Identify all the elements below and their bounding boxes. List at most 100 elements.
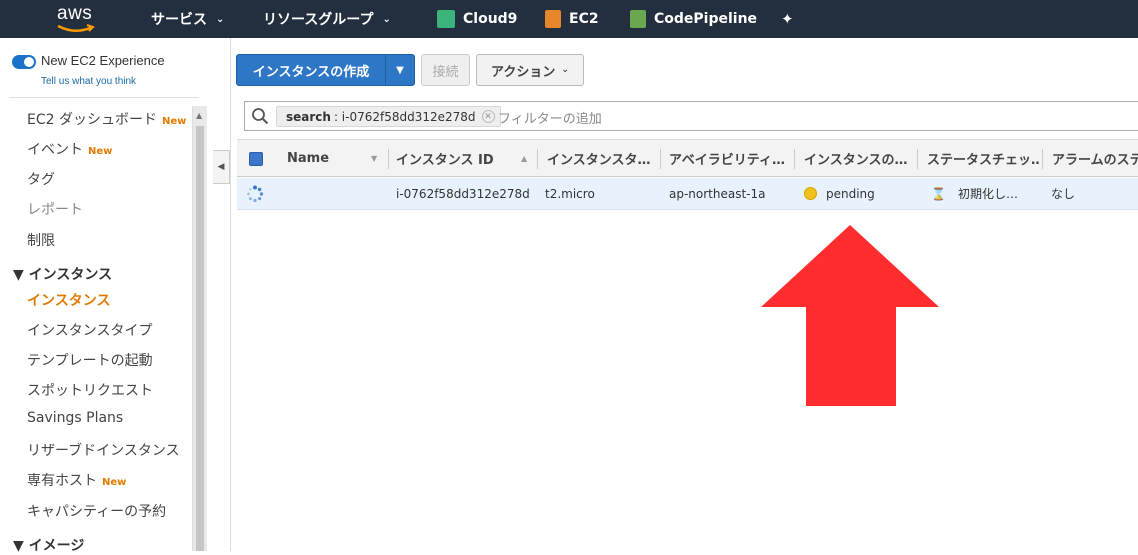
actions-button[interactable]: アクション ⌄ (476, 54, 584, 86)
column-label: Name (287, 151, 330, 166)
sidebar-section-instances[interactable]: ▼ インスタンス (13, 264, 112, 284)
sidebar-item-instance-types[interactable]: インスタンスタイプ (27, 320, 152, 340)
aws-smile-icon (57, 24, 95, 32)
sidebar-item-instances[interactable]: インスタンス (27, 290, 110, 310)
column-divider (917, 149, 918, 169)
new-badge: New (161, 116, 187, 127)
sidebar-item-dedicated-hosts[interactable]: 専有ホスト New (27, 470, 126, 490)
sidebar-item-savings-plans[interactable]: Savings Plans (27, 410, 123, 426)
column-header-instance-state[interactable]: インスタンスの… (804, 140, 914, 177)
column-header-availability-zone[interactable]: アベイラビリティ… (669, 140, 789, 177)
column-divider (1042, 149, 1043, 169)
connect-button[interactable]: 接続 (421, 54, 470, 86)
cell-instance-type: t2.micro (545, 186, 595, 201)
select-all-checkbox[interactable] (249, 152, 263, 166)
cell-status-check: ⌛ 初期化し… (931, 178, 1018, 209)
column-header-instance-id[interactable]: インスタンス ID ▲ (396, 140, 536, 177)
sidebar-item-spot-requests[interactable]: スポットリクエスト (27, 380, 153, 400)
status-check-label: 初期化し… (957, 187, 1018, 201)
services-menu[interactable]: サービス ⌄ (151, 0, 224, 38)
collapse-sidebar-button[interactable]: ◀ (213, 150, 230, 184)
chevron-down-icon: ⌄ (561, 65, 569, 75)
column-header-alarm-status[interactable]: アラームのステ (1052, 140, 1138, 177)
sidebar-item-capacity-reservations[interactable]: キャパシティーの予約 (27, 501, 166, 521)
favorite-ec2[interactable]: EC2 (545, 0, 599, 38)
new-experience-toggle[interactable] (12, 55, 36, 69)
sidebar-item-events[interactable]: イベント New (27, 139, 112, 159)
sidebar-divider (9, 97, 199, 98)
resource-groups-menu[interactable]: リソースグループ ⌄ (263, 0, 391, 38)
sidebar-item-label: イベント (27, 142, 83, 158)
aws-logo[interactable]: aws (52, 2, 104, 36)
chevron-left-icon: ◀ (217, 162, 225, 172)
column-label: アラームのステ (1052, 153, 1138, 168)
resource-groups-label: リソースグループ (263, 12, 374, 28)
filter-chip-value: : i-0762f58dd312e278d (333, 109, 476, 124)
favorite-cloud9[interactable]: Cloud9 (437, 0, 517, 38)
column-header-status-check[interactable]: ステータスチェッ… (927, 140, 1039, 177)
sidebar-item-reserved-instances[interactable]: リザーブドインスタンス (27, 440, 180, 460)
cell-instance-id: i-0762f58dd312e278d (396, 186, 530, 201)
sidebar-item-label: キャパシティーの予約 (27, 504, 167, 520)
column-divider (388, 149, 389, 169)
chevron-down-icon: ⌄ (382, 13, 391, 25)
sidebar-item-label: インスタンス (27, 293, 111, 309)
sidebar-scrollbar[interactable]: ▲ (192, 106, 207, 551)
sidebar-item-label: テンプレートの起動 (27, 353, 153, 369)
filter-placeholder[interactable]: フィルターの追加 (498, 108, 602, 127)
column-label: インスタンス ID (396, 153, 494, 168)
sidebar-item-launch-templates[interactable]: テンプレートの起動 (27, 350, 153, 370)
new-badge: New (88, 146, 113, 157)
toggle-label: New EC2 Experience (41, 53, 165, 68)
create-instance-label: インスタンスの作成 (237, 55, 386, 85)
favorite-label: CodePipeline (654, 11, 758, 27)
scrollbar-thumb[interactable] (196, 126, 204, 551)
filter-bar[interactable]: search: i-0762f58dd312e278d ✕ フィルターの追加 (244, 101, 1138, 131)
sidebar-section-images[interactable]: ▼ イメージ (13, 535, 84, 555)
sidebar-item-dashboard[interactable]: EC2 ダッシュボード New (27, 109, 186, 129)
chevron-down-icon[interactable]: ▼ (386, 55, 414, 85)
sidebar-item-label: 専有ホスト (27, 473, 97, 489)
column-header-name[interactable]: Name ▼ (287, 140, 387, 177)
top-navigation: aws サービス ⌄ リソースグループ ⌄ Cloud9 EC2 CodePip… (0, 0, 1138, 38)
column-header-instance-type[interactable]: インスタンスタ… (547, 140, 659, 177)
column-label: アベイラビリティ… (669, 153, 785, 168)
sidebar-item-tags[interactable]: タグ (27, 169, 55, 189)
favorite-codepipeline[interactable]: CodePipeline (630, 0, 757, 38)
pending-status-icon (804, 187, 817, 200)
new-badge: New (102, 477, 127, 488)
feedback-link[interactable]: Tell us what you think (41, 76, 136, 87)
sidebar-item-label: インスタンスタイプ (27, 323, 153, 339)
scroll-up-icon[interactable]: ▲ (196, 111, 202, 120)
create-instance-button[interactable]: インスタンスの作成 ▼ (236, 54, 415, 86)
sidebar: New EC2 Experience Tell us what you thin… (0, 38, 207, 554)
column-label: インスタンスタ… (547, 153, 651, 168)
search-icon (252, 108, 269, 125)
sort-asc-icon: ▲ (521, 154, 528, 163)
filter-chip-key: search (286, 109, 331, 124)
sidebar-item-label: スポットリクエスト (27, 383, 153, 399)
filter-chip[interactable]: search: i-0762f58dd312e278d ✕ (276, 106, 501, 127)
column-divider (537, 149, 538, 169)
state-label: pending (826, 186, 875, 201)
sidebar-item-label: タグ (27, 172, 55, 188)
cell-instance-state: pending (804, 178, 875, 209)
sidebar-item-limits[interactable]: 制限 (27, 230, 55, 250)
sidebar-item-label: Savings Plans (27, 410, 124, 426)
column-label: ステータスチェッ… (927, 153, 1039, 168)
pin-icon[interactable]: ✦ (781, 0, 794, 38)
cell-alarm-status: なし (1051, 187, 1076, 201)
chevron-down-icon: ⌄ (216, 13, 225, 25)
sidebar-item-reports[interactable]: レポート (27, 199, 83, 219)
aws-logo-text: aws (57, 3, 93, 24)
services-label: サービス (151, 12, 207, 28)
favorite-label: EC2 (569, 11, 599, 27)
sidebar-item-label: リザーブドインスタンス (27, 443, 180, 459)
table-row[interactable]: i-0762f58dd312e278d t2.micro ap-northeas… (237, 178, 1138, 210)
sidebar-item-label: 制限 (27, 233, 55, 249)
table-header: Name ▼ インスタンス ID ▲ インスタンスタ… アベイラビリティ… インスタ… (237, 139, 1138, 177)
sidebar-item-label: EC2 ダッシュボード (27, 112, 157, 128)
hourglass-icon: ⌛ (931, 186, 946, 201)
close-icon[interactable]: ✕ (481, 110, 495, 123)
red-arrow-annotation (761, 225, 939, 406)
